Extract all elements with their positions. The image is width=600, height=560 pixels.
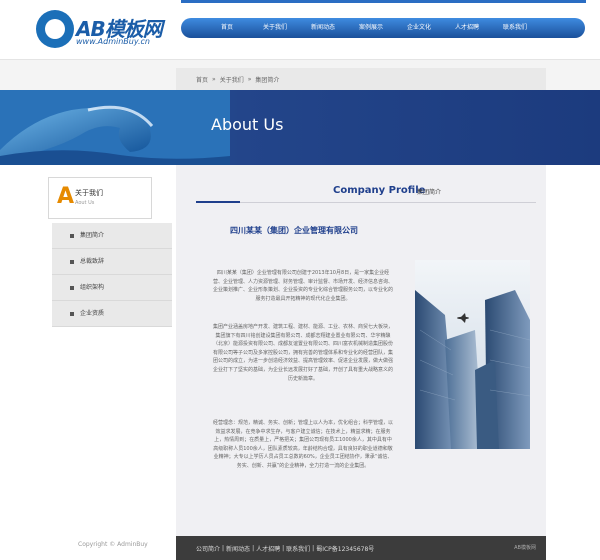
company-name: 四川某某（集团）企业管理有限公司 [230, 225, 358, 235]
logo-globe-icon [36, 10, 74, 48]
heading-accent-bar [196, 201, 240, 203]
sidebar-logo-mark: A [57, 184, 75, 209]
section-subtitle: 集团简介 [417, 189, 442, 196]
sidebar-item-label: 企业资质 [80, 310, 105, 317]
section-title: Company Profile [333, 185, 426, 196]
breadcrumb-about[interactable]: 关于我们 [220, 75, 244, 84]
sidebar-item-label: 总裁致辞 [80, 258, 105, 265]
footer-link-jobs[interactable]: 人才招聘 [256, 544, 280, 553]
site-logo[interactable]: AB模板网 www.AdminBuy.cn [36, 10, 166, 50]
site-footer: 公司简介 | 新闻动态 | 人才招聘 | 联系我们 | 蜀ICP备1234567… [176, 536, 546, 560]
nav-item-about[interactable]: 关于我们 [251, 18, 299, 38]
breadcrumb-current: 集团简介 [255, 76, 280, 84]
sidebar-header: A 关于我们 Aout Us [48, 177, 152, 219]
skyscraper-photo [415, 260, 530, 449]
footer-link-profile[interactable]: 公司简介 [196, 544, 220, 553]
footer-icp: 蜀ICP备12345678号 [316, 545, 375, 553]
page-banner: About Us [0, 90, 600, 165]
copyright-text: Copyright © AdminBuy [78, 541, 148, 548]
nav-item-news[interactable]: 新闻动态 [299, 18, 347, 38]
main-nav: 首页 关于我们 新闻动态 案例展示 企业文化 人才招聘 联系我们 [181, 18, 585, 38]
footer-separator: | [282, 544, 285, 552]
sidebar-title: 关于我们 [75, 189, 103, 197]
main-content: Company Profile 集团简介 四川某某（集团）企业管理有限公司 四川… [176, 165, 546, 560]
footer-link-contact[interactable]: 联系我们 [286, 544, 310, 553]
breadcrumb-home[interactable]: 首页 [196, 75, 208, 84]
sidebar-item-label: 集团简介 [80, 232, 105, 239]
sidebar-subtitle: Aout Us [75, 200, 95, 206]
breadcrumb: 首页 » 关于我们 » 集团简介 [176, 68, 546, 90]
intro-paragraph: 经营理念：规范，精诚、务实、创新；管理上以人为本，优化组合；科学管理，以效益求发… [212, 420, 393, 469]
breadcrumb-separator: » [212, 75, 216, 83]
top-accent-bar [181, 0, 586, 3]
footer-separator: | [222, 544, 225, 552]
footer-separator: | [252, 544, 255, 552]
breadcrumb-separator: » [247, 75, 252, 83]
sidebar-item-profile[interactable]: 集团简介 [52, 223, 172, 249]
breadcrumb-strip: 首页 » 关于我们 » 集团简介 [0, 60, 600, 90]
section-heading: Company Profile 集团简介 [196, 185, 536, 203]
bullet-icon [70, 312, 74, 316]
sidebar-item-qualification[interactable]: 企业资质 [52, 301, 172, 327]
bullet-icon [70, 260, 74, 264]
intro-paragraph: 集团产业涵盖房地产开发、建筑工程、建材、能源、工业、农林、商贸七大板块，集团旗下… [212, 324, 393, 382]
nav-item-jobs[interactable]: 人才招聘 [443, 18, 491, 38]
nav-item-contact[interactable]: 联系我们 [491, 18, 539, 38]
sidebar-menu: 集团简介 总裁致辞 组织架构 企业资质 [52, 223, 172, 327]
footer-logo: AB模板网 [514, 545, 536, 551]
nav-item-cases[interactable]: 案例展示 [347, 18, 395, 38]
sidebar-item-label: 组织架构 [80, 284, 105, 291]
logo-url: www.AdminBuy.cn [76, 37, 150, 46]
sidebar-item-structure[interactable]: 组织架构 [52, 275, 172, 301]
site-header: AB模板网 www.AdminBuy.cn 首页 关于我们 新闻动态 案例展示 … [0, 0, 600, 60]
banner-title: About Us [211, 115, 284, 134]
sidebar-item-president-speech[interactable]: 总裁致辞 [52, 249, 172, 275]
footer-separator: | [312, 544, 315, 552]
nav-item-culture[interactable]: 企业文化 [395, 18, 443, 38]
footer-link-news[interactable]: 新闻动态 [226, 544, 250, 553]
bullet-icon [70, 234, 74, 238]
nav-item-home[interactable]: 首页 [203, 18, 251, 38]
bullet-icon [70, 286, 74, 290]
intro-paragraph: 四川某某（集团）企业管理有限公司创建于2013年10月8日，是一家集企业经营、企… [212, 270, 393, 302]
wave-image [0, 90, 230, 165]
sidebar: A 关于我们 Aout Us 集团简介 总裁致辞 组织架构 企业资质 [0, 165, 176, 560]
